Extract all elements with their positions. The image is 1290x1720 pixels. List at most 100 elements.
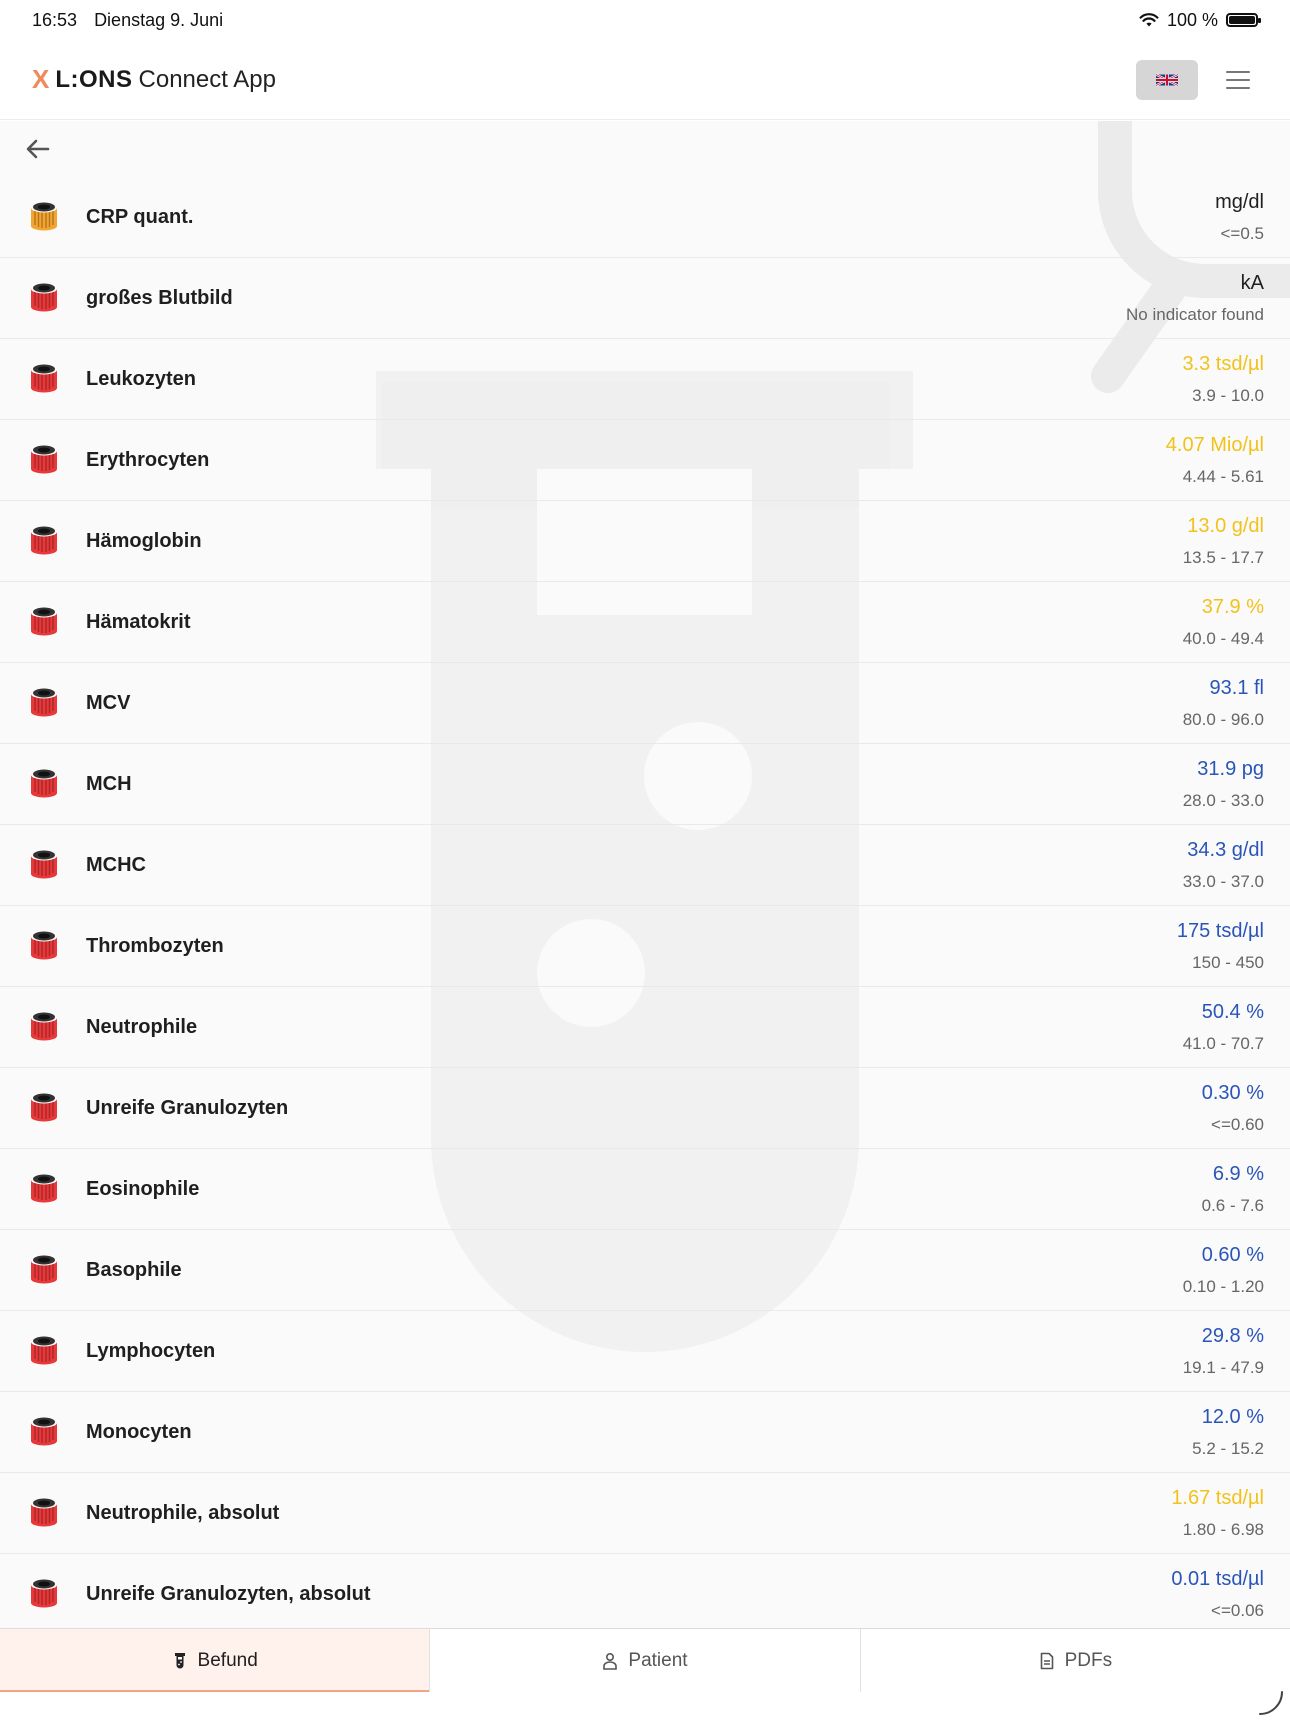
tab-pdfs-label: PDFs bbox=[1064, 1650, 1113, 1671]
result-row[interactable]: Hämatokrit 37.9 % 40.0 - 49.4 bbox=[0, 582, 1290, 663]
app-header: X L:ONS Connect App bbox=[0, 40, 1290, 120]
result-values: 0.01 tsd/µl <=0.06 bbox=[1171, 1568, 1264, 1621]
tube-cap-red-icon bbox=[31, 364, 57, 393]
result-values: 31.9 pg 28.0 - 33.0 bbox=[1183, 758, 1264, 811]
result-row[interactable]: MCH 31.9 pg 28.0 - 33.0 bbox=[0, 744, 1290, 825]
tube-cap-red-icon bbox=[31, 1336, 57, 1365]
result-name: MCV bbox=[86, 691, 131, 714]
status-left: 16:53 Dienstag 9. Juni bbox=[32, 10, 235, 31]
result-values: 37.9 % 40.0 - 49.4 bbox=[1183, 596, 1264, 649]
result-row[interactable]: Leukozyten 3.3 tsd/µl 3.9 - 10.0 bbox=[0, 339, 1290, 420]
battery-fill bbox=[1229, 16, 1255, 24]
tab-bar: Befund Patient PDFs bbox=[0, 1628, 1290, 1693]
tab-befund[interactable]: Befund bbox=[0, 1629, 431, 1693]
result-value: 29.8 % bbox=[1201, 1324, 1264, 1347]
battery-percent: 100 % bbox=[1166, 9, 1218, 30]
result-values: 0.60 % 0.10 - 1.20 bbox=[1183, 1244, 1264, 1297]
result-row[interactable]: Erythrocyten 4.07 Mio/µl 4.44 - 5.61 bbox=[0, 420, 1290, 501]
reference-range: <=0.60 bbox=[1211, 1114, 1264, 1134]
hamburger-menu-icon[interactable] bbox=[1226, 70, 1250, 89]
result-name: Hämatokrit bbox=[86, 610, 191, 633]
result-value: 93.1 fl bbox=[1209, 676, 1264, 699]
result-values: 6.9 % 0.6 - 7.6 bbox=[1202, 1163, 1264, 1216]
reference-range: 28.0 - 33.0 bbox=[1182, 790, 1264, 810]
status-right: 100 % bbox=[1139, 9, 1261, 31]
result-values: 1.67 tsd/µl 1.80 - 6.98 bbox=[1171, 1487, 1264, 1540]
result-row[interactable]: MCHC 34.3 g/dl 33.0 - 37.0 bbox=[0, 825, 1290, 906]
result-row[interactable]: Thrombozyten 175 tsd/µl 150 - 450 bbox=[0, 906, 1290, 987]
reference-range: 150 - 450 bbox=[1192, 952, 1264, 972]
result-value: 0.30 % bbox=[1201, 1081, 1264, 1104]
tube-cap-red-icon bbox=[31, 1012, 57, 1041]
result-value: 3.3 tsd/µl bbox=[1182, 352, 1264, 375]
tab-befund-label: Befund bbox=[197, 1650, 258, 1671]
results-content[interactable]: CRP quant. mg/dl <=0.5 großes Blutbild kA No … bbox=[0, 121, 1290, 1628]
result-value: 0.60 % bbox=[1201, 1243, 1264, 1266]
result-name: Monocyten bbox=[86, 1420, 192, 1443]
result-name: Erythrocyten bbox=[86, 448, 210, 471]
result-name: MCH bbox=[86, 772, 132, 795]
reference-range: 0.6 - 7.6 bbox=[1201, 1195, 1264, 1215]
status-time: 16:53 bbox=[32, 9, 78, 30]
reference-range: 19.1 - 47.9 bbox=[1182, 1357, 1264, 1377]
result-row[interactable]: Eosinophile 6.9 % 0.6 - 7.6 bbox=[0, 1149, 1290, 1230]
tube-cap-red-icon bbox=[31, 931, 57, 960]
result-values: mg/dl <=0.5 bbox=[1215, 191, 1264, 244]
result-values: 4.07 Mio/µl 4.44 - 5.61 bbox=[1166, 434, 1264, 487]
result-value: 37.9 % bbox=[1201, 595, 1264, 618]
result-row[interactable]: Hämoglobin 13.0 g/dl 13.5 - 17.7 bbox=[0, 501, 1290, 582]
result-value: 34.3 g/dl bbox=[1187, 838, 1264, 861]
result-name: Thrombozyten bbox=[86, 934, 224, 957]
tube-cap-red-icon bbox=[31, 688, 57, 717]
result-value: kA bbox=[1240, 271, 1264, 294]
resize-handle-icon[interactable] bbox=[1258, 1690, 1284, 1716]
back-row bbox=[0, 121, 1290, 177]
result-value: 4.07 Mio/µl bbox=[1165, 433, 1264, 456]
result-row[interactable]: CRP quant. mg/dl <=0.5 bbox=[0, 177, 1290, 258]
result-values: 175 tsd/µl 150 - 450 bbox=[1177, 920, 1264, 973]
tube-cap-red-icon bbox=[31, 1579, 57, 1608]
result-values: 93.1 fl 80.0 - 96.0 bbox=[1183, 677, 1264, 730]
result-row[interactable]: Neutrophile, absolut 1.67 tsd/µl 1.80 - 6.… bbox=[0, 1473, 1290, 1554]
result-value: 6.9 % bbox=[1212, 1162, 1264, 1185]
logo-x-icon: X bbox=[32, 64, 50, 94]
tube-cap-red-icon bbox=[31, 283, 57, 312]
result-values: 13.0 g/dl 13.5 - 17.7 bbox=[1183, 515, 1264, 568]
battery-icon bbox=[1226, 13, 1261, 27]
tube-cap-red-icon bbox=[31, 1255, 57, 1284]
reference-range: 40.0 - 49.4 bbox=[1182, 628, 1264, 648]
result-row[interactable]: Basophile 0.60 % 0.10 - 1.20 bbox=[0, 1230, 1290, 1311]
result-row[interactable]: Monocyten 12.0 % 5.2 - 15.2 bbox=[0, 1392, 1290, 1473]
language-button[interactable] bbox=[1136, 59, 1198, 100]
result-row[interactable]: Unreife Granulozyten 0.30 % <=0.60 bbox=[0, 1068, 1290, 1149]
tube-cap-red-icon bbox=[31, 1417, 57, 1446]
result-name: Unreife Granulozyten bbox=[86, 1096, 289, 1119]
result-values: kA No indicator found bbox=[1126, 272, 1264, 325]
result-name: Lymphocyten bbox=[86, 1339, 216, 1362]
result-row[interactable]: Neutrophile 50.4 % 41.0 - 70.7 bbox=[0, 987, 1290, 1068]
result-row[interactable]: Unreife Granulozyten, absolut 0.01 tsd/µl… bbox=[0, 1554, 1290, 1628]
reference-range: 4.44 - 5.61 bbox=[1182, 466, 1264, 486]
reference-range: 0.10 - 1.20 bbox=[1182, 1276, 1264, 1296]
result-values: 34.3 g/dl 33.0 - 37.0 bbox=[1183, 839, 1264, 892]
result-value: 31.9 pg bbox=[1197, 757, 1264, 780]
result-row[interactable]: Lymphocyten 29.8 % 19.1 - 47.9 bbox=[0, 1311, 1290, 1392]
result-name: Leukozyten bbox=[86, 367, 197, 390]
result-name: Basophile bbox=[86, 1258, 182, 1281]
results-list: CRP quant. mg/dl <=0.5 großes Blutbild kA No … bbox=[0, 177, 1290, 1628]
reference-range: 1.80 - 6.98 bbox=[1182, 1519, 1264, 1539]
wifi-icon bbox=[1139, 13, 1159, 27]
reference-range: 80.0 - 96.0 bbox=[1182, 709, 1264, 729]
tab-patient[interactable]: Patient bbox=[430, 1629, 861, 1693]
result-row[interactable]: MCV 93.1 fl 80.0 - 96.0 bbox=[0, 663, 1290, 744]
bottom-safe-area bbox=[0, 1692, 1290, 1720]
tab-pdfs[interactable]: PDFs bbox=[861, 1629, 1290, 1693]
result-row[interactable]: großes Blutbild kA No indicator found bbox=[0, 258, 1290, 339]
back-arrow-icon[interactable] bbox=[22, 133, 54, 165]
uk-flag-icon bbox=[1156, 73, 1178, 86]
tube-cap-red-icon bbox=[31, 1093, 57, 1122]
result-value: 13.0 g/dl bbox=[1187, 514, 1264, 537]
result-values: 3.3 tsd/µl 3.9 - 10.0 bbox=[1182, 353, 1264, 406]
result-name: CRP quant. bbox=[86, 205, 194, 228]
app-logo[interactable]: X L:ONS Connect App bbox=[32, 64, 276, 95]
